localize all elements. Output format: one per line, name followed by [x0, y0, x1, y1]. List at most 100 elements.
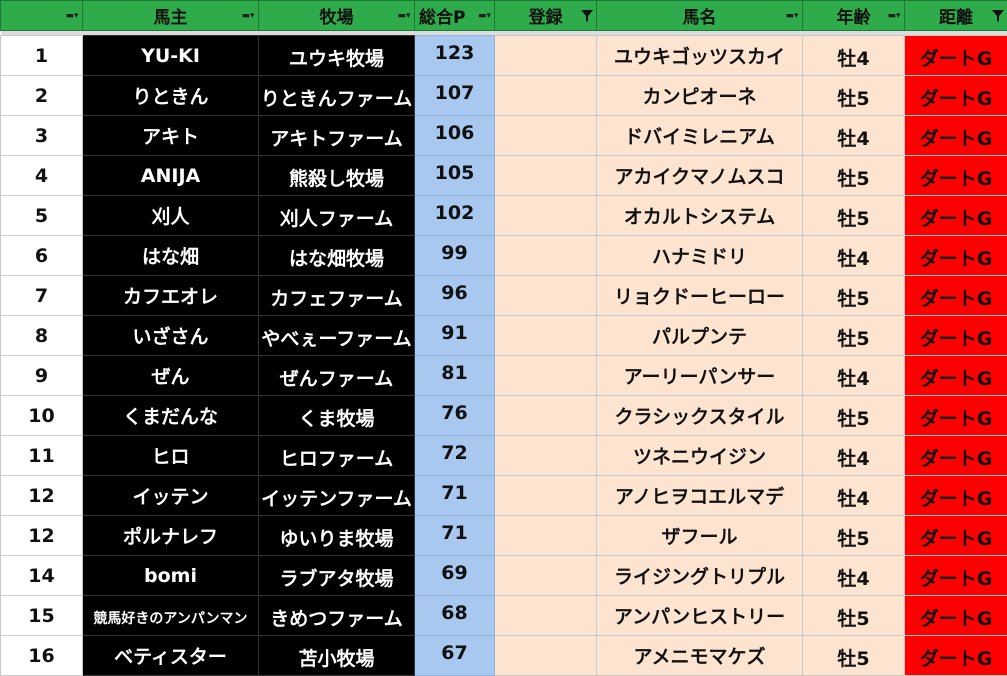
registration-cell[interactable] — [495, 596, 597, 636]
owner-cell[interactable]: はな畑 — [83, 236, 259, 276]
registration-cell[interactable] — [495, 396, 597, 436]
rank-cell[interactable]: 6 — [1, 236, 83, 276]
registration-cell[interactable] — [495, 276, 597, 316]
age-cell[interactable]: 牡5 — [803, 396, 905, 436]
owner-cell[interactable]: ベティスター — [83, 636, 259, 676]
owner-cell[interactable]: ヒロ — [83, 436, 259, 476]
farm-cell[interactable]: はな畑牧場 — [259, 236, 415, 276]
rank-cell[interactable]: 4 — [1, 156, 83, 196]
registration-cell[interactable] — [495, 356, 597, 396]
registration-cell[interactable] — [495, 636, 597, 676]
horse-name-cell[interactable]: アメニモマケズ — [597, 636, 803, 676]
horse-name-cell[interactable]: アカイクマノムスコ — [597, 156, 803, 196]
rank-cell[interactable]: 11 — [1, 436, 83, 476]
age-cell[interactable]: 牡5 — [803, 316, 905, 356]
rank-cell[interactable]: 14 — [1, 556, 83, 596]
horse-name-cell[interactable]: ドバイミレニアム — [597, 116, 803, 156]
age-cell[interactable]: 牡5 — [803, 156, 905, 196]
distance-cell[interactable]: ダートG — [905, 316, 1007, 356]
age-cell[interactable]: 牡5 — [803, 76, 905, 116]
farm-cell[interactable]: 刈人ファーム — [259, 196, 415, 236]
owner-cell[interactable]: 刈人 — [83, 196, 259, 236]
registration-cell[interactable] — [495, 516, 597, 556]
age-cell[interactable]: 牡5 — [803, 636, 905, 676]
age-cell[interactable]: 牡5 — [803, 596, 905, 636]
horse-name-cell[interactable]: アンパンヒストリー — [597, 596, 803, 636]
owner-cell[interactable]: カフエオレ — [83, 276, 259, 316]
horse-name-cell[interactable]: アーリーパンサー — [597, 356, 803, 396]
farm-cell[interactable]: ゆいりま牧場 — [259, 516, 415, 556]
distance-cell[interactable]: ダートG — [905, 396, 1007, 436]
rank-cell[interactable]: 7 — [1, 276, 83, 316]
distance-cell[interactable]: ダートG — [905, 356, 1007, 396]
rank-cell[interactable]: 1 — [1, 36, 83, 76]
points-cell[interactable]: 71 — [415, 476, 495, 516]
horse-name-cell[interactable]: オカルトシステム — [597, 196, 803, 236]
distance-cell[interactable]: ダートG — [905, 516, 1007, 556]
horse-name-cell[interactable]: ツネニウイジン — [597, 436, 803, 476]
horse-name-cell[interactable]: アノヒヲコエルマデ — [597, 476, 803, 516]
points-cell[interactable]: 107 — [415, 76, 495, 116]
distance-cell[interactable]: ダートG — [905, 556, 1007, 596]
horse-name-cell[interactable]: ライジングトリプル — [597, 556, 803, 596]
age-cell[interactable]: 牡5 — [803, 196, 905, 236]
sort-desc-icon[interactable]: ▬▾ — [478, 10, 492, 23]
registration-cell[interactable] — [495, 156, 597, 196]
age-cell[interactable]: 牡4 — [803, 236, 905, 276]
filter-funnel-icon[interactable] — [581, 9, 593, 23]
farm-cell[interactable]: イッテンファーム — [259, 476, 415, 516]
registration-cell[interactable] — [495, 116, 597, 156]
age-cell[interactable]: 牡4 — [803, 116, 905, 156]
distance-cell[interactable]: ダートG — [905, 476, 1007, 516]
registration-cell[interactable] — [495, 76, 597, 116]
points-cell[interactable]: 67 — [415, 636, 495, 676]
points-cell[interactable]: 76 — [415, 396, 495, 436]
registration-cell[interactable] — [495, 196, 597, 236]
points-cell[interactable]: 99 — [415, 236, 495, 276]
points-cell[interactable]: 102 — [415, 196, 495, 236]
owner-cell[interactable]: りときん — [83, 76, 259, 116]
owner-cell[interactable]: くまだんな — [83, 396, 259, 436]
farm-cell[interactable]: りときんファーム — [259, 76, 415, 116]
owner-cell[interactable]: イッテン — [83, 476, 259, 516]
owner-cell[interactable]: ANIJA — [83, 156, 259, 196]
age-cell[interactable]: 牡4 — [803, 436, 905, 476]
rank-cell[interactable]: 12 — [1, 476, 83, 516]
horse-name-cell[interactable]: ザフール — [597, 516, 803, 556]
farm-cell[interactable]: ラブアタ牧場 — [259, 556, 415, 596]
registration-cell[interactable] — [495, 476, 597, 516]
rank-cell[interactable]: 2 — [1, 76, 83, 116]
distance-cell[interactable]: ダートG — [905, 196, 1007, 236]
farm-cell[interactable]: カフェファーム — [259, 276, 415, 316]
points-cell[interactable]: 105 — [415, 156, 495, 196]
farm-cell[interactable]: ユウキ牧場 — [259, 36, 415, 76]
distance-cell[interactable]: ダートG — [905, 276, 1007, 316]
farm-cell[interactable]: アキトファーム — [259, 116, 415, 156]
points-cell[interactable]: 106 — [415, 116, 495, 156]
farm-cell[interactable]: くま牧場 — [259, 396, 415, 436]
distance-cell[interactable]: ダートG — [905, 116, 1007, 156]
owner-cell[interactable]: いざさん — [83, 316, 259, 356]
farm-cell[interactable]: 苫小牧場 — [259, 636, 415, 676]
owner-cell[interactable]: 競馬好きのアンパンマン — [83, 596, 259, 636]
distance-cell[interactable]: ダートG — [905, 596, 1007, 636]
points-cell[interactable]: 123 — [415, 36, 495, 76]
filter-dropdown-icon[interactable]: ▬▾ — [887, 10, 901, 23]
owner-cell[interactable]: bomi — [83, 556, 259, 596]
points-cell[interactable]: 69 — [415, 556, 495, 596]
farm-cell[interactable]: 熊殺し牧場 — [259, 156, 415, 196]
rank-cell[interactable]: 3 — [1, 116, 83, 156]
farm-cell[interactable]: きめつファーム — [259, 596, 415, 636]
distance-cell[interactable]: ダートG — [905, 36, 1007, 76]
filter-funnel-icon[interactable] — [992, 9, 1004, 23]
owner-cell[interactable]: YU-KI — [83, 36, 259, 76]
distance-cell[interactable]: ダートG — [905, 636, 1007, 676]
filter-dropdown-icon[interactable]: ▬▾ — [397, 10, 411, 23]
distance-cell[interactable]: ダートG — [905, 156, 1007, 196]
distance-cell[interactable]: ダートG — [905, 436, 1007, 476]
distance-cell[interactable]: ダートG — [905, 236, 1007, 276]
age-cell[interactable]: 牡4 — [803, 36, 905, 76]
rank-cell[interactable]: 8 — [1, 316, 83, 356]
rank-cell[interactable]: 5 — [1, 196, 83, 236]
filter-dropdown-icon[interactable]: ▬▾ — [785, 10, 799, 23]
